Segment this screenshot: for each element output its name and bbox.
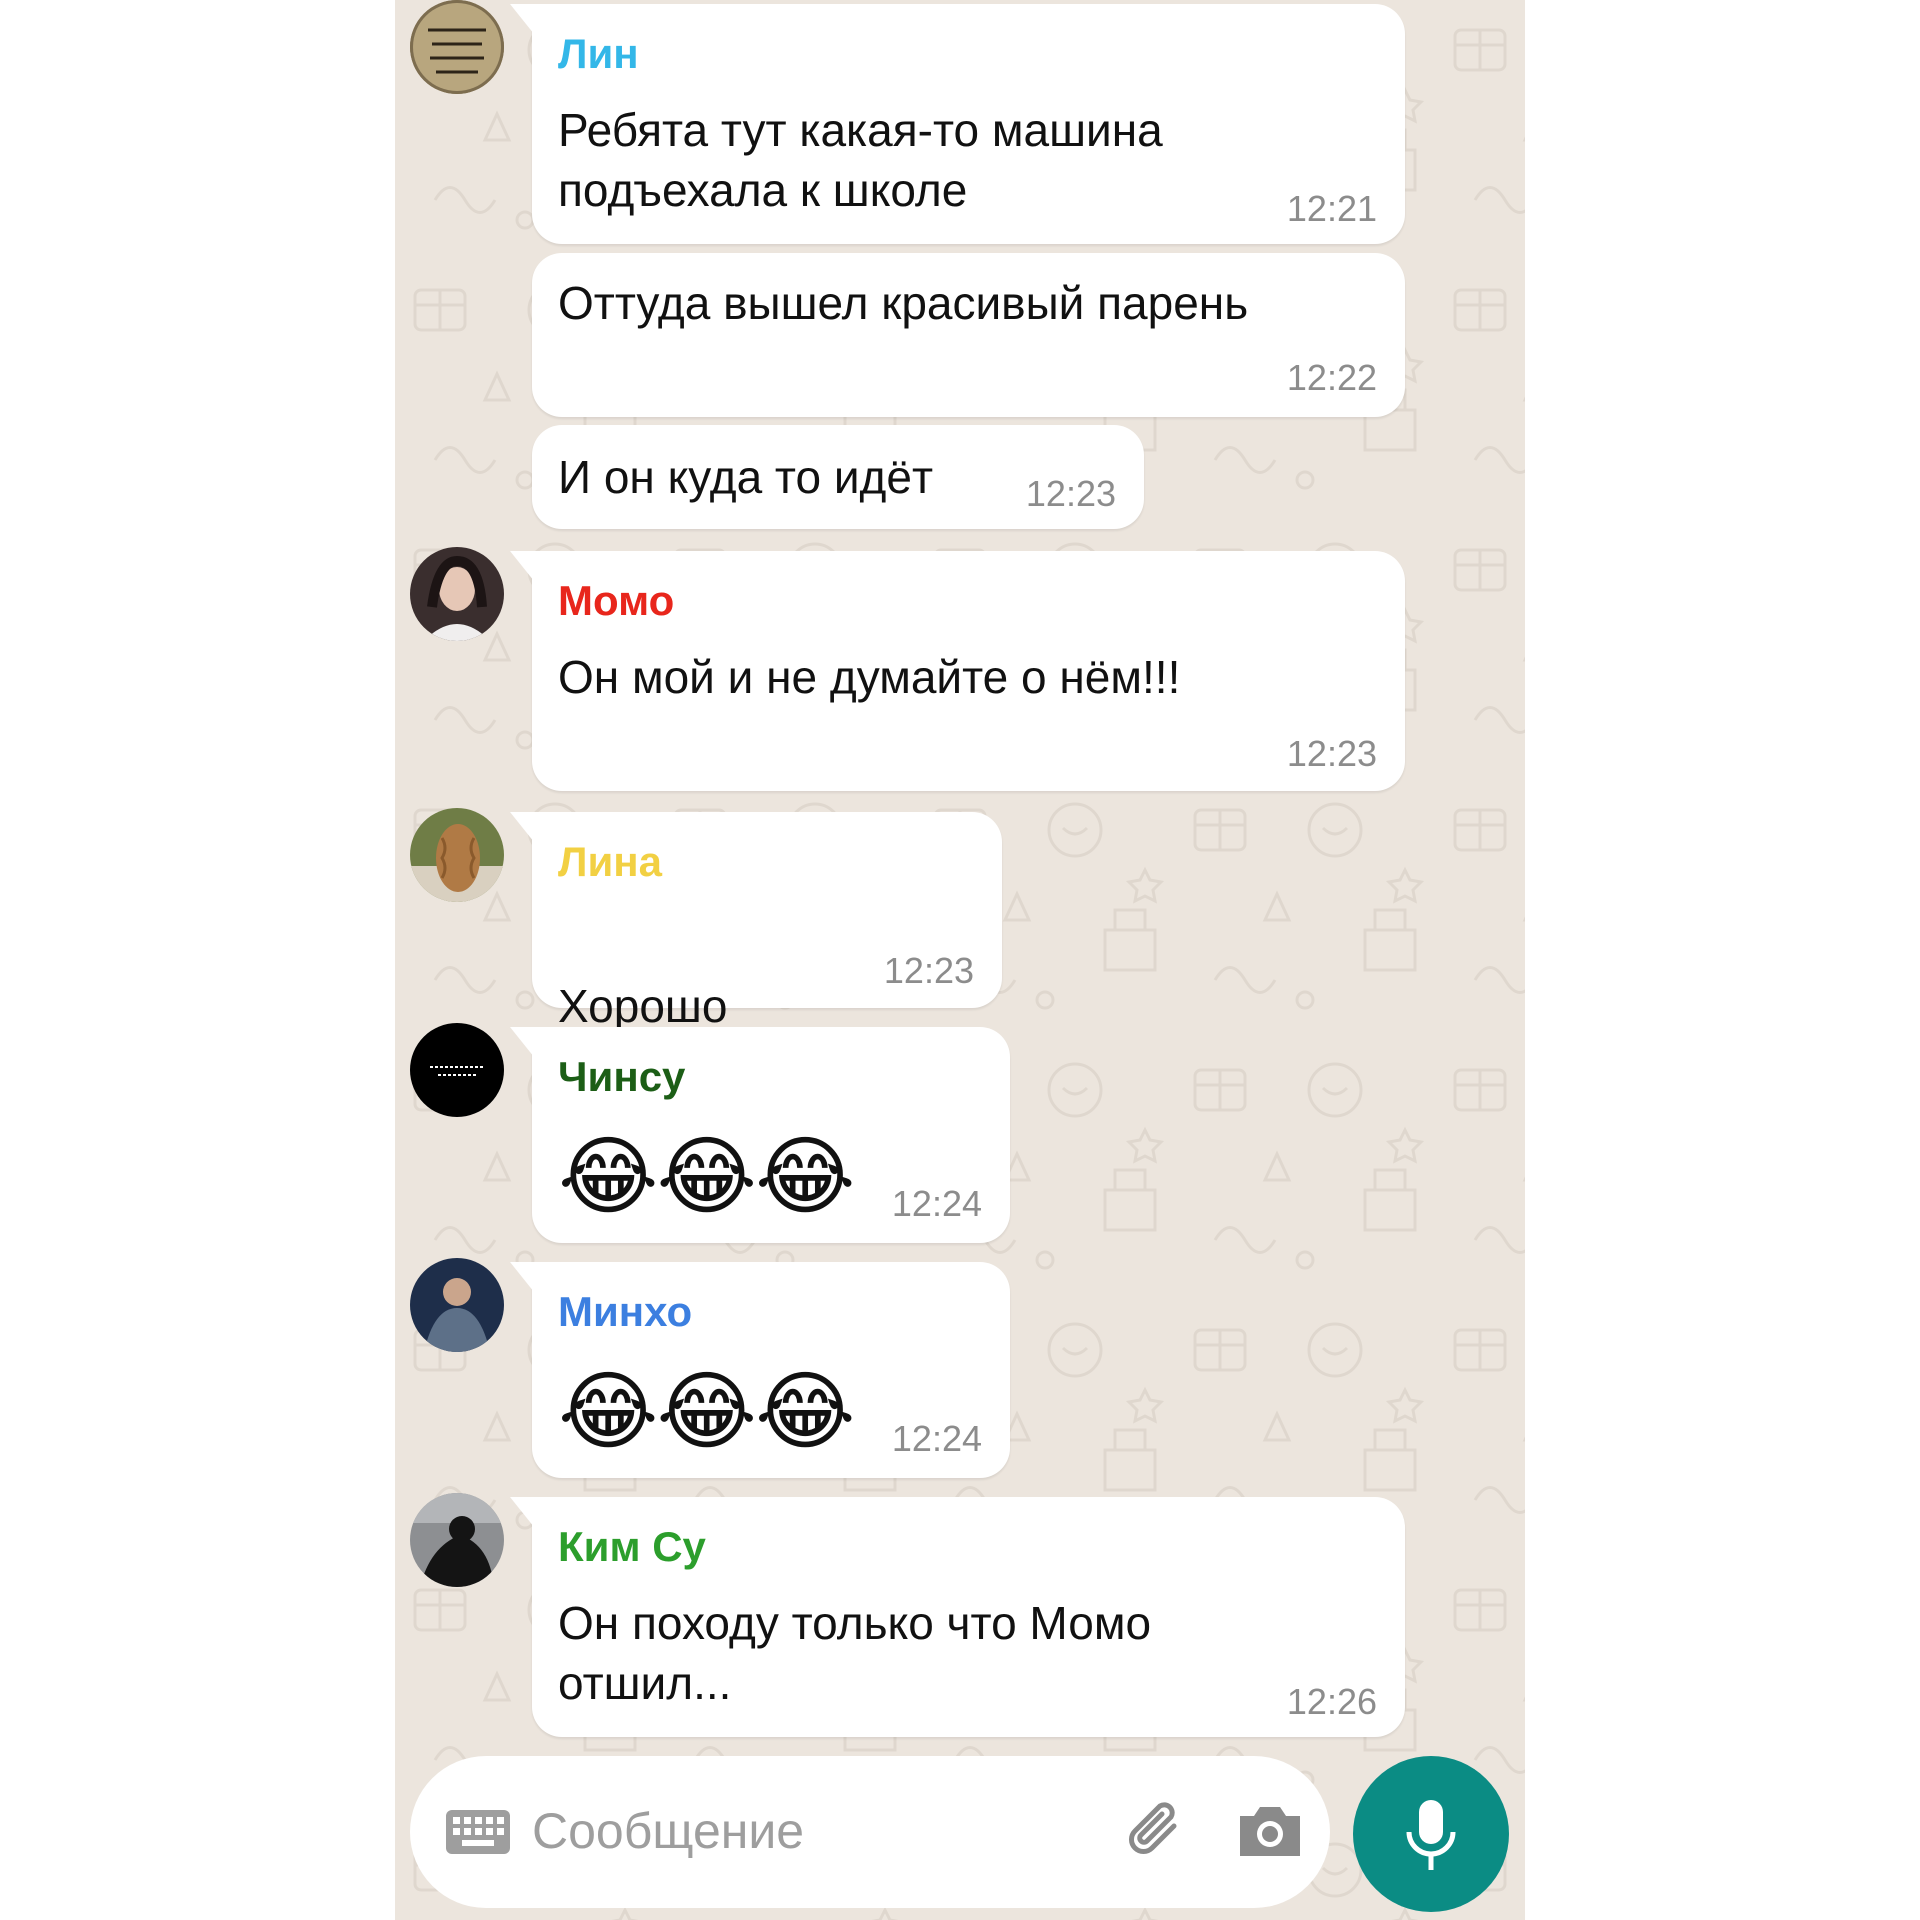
avatar-image [410,0,504,94]
message-time: 12:23 [1025,473,1116,514]
message-bubble[interactable]: Ким Су Он походу только что Момо отшил..… [510,1497,1405,1737]
message-text: Он походу только что Момо отшил... [558,1597,1152,1709]
message-bubble[interactable]: Минхо 😂😂😂 12:24 [510,1262,1010,1478]
bubble-tail [510,551,534,581]
chat-screen: Лин Ребята тут какая-то машина подъехала… [395,0,1525,1920]
bubble-tail [510,1027,534,1057]
avatar-chinsu[interactable] [410,1023,504,1117]
microphone-icon [1406,1800,1456,1870]
mic-button[interactable] [1353,1756,1509,1912]
message-text-part: Хорошо [558,980,728,1032]
message-time: 12:21 [1286,188,1377,229]
sender-name[interactable]: Ким Су [558,1523,706,1571]
message-text: И он куда то идёт [558,451,934,503]
avatar-image [410,1258,504,1352]
bubble-tail [510,1262,534,1292]
emoji-message: 😂😂😂 [558,1364,855,1460]
message-bubble[interactable]: Лина Хорошо 😂 12:23 [510,812,1002,1099]
message-time: 12:22 [1286,357,1377,398]
sender-name[interactable]: Минхо [558,1288,692,1336]
avatar-kimsu[interactable] [410,1493,504,1587]
avatar-lina[interactable] [410,808,504,902]
message-text: Ребята тут какая-то машина подъехала к ш… [558,104,1163,216]
message-bubble[interactable]: Момо Он мой и не думайте о нём!!! 12:23 [510,551,1405,791]
message-time: 12:24 [891,1183,982,1224]
message-time: 12:26 [1286,1681,1377,1722]
message-time: 12:23 [1286,733,1377,774]
sender-name[interactable]: Лина [558,838,662,886]
bubble-tail [510,4,534,34]
emoji-message: 😂😂😂 [558,1129,855,1225]
avatar-lin[interactable] [410,0,504,94]
message-input[interactable]: Сообщение [532,1802,804,1860]
avatar-image [410,547,504,641]
message-text: Оттуда вышел красивый парень [558,277,1249,329]
message-bubble[interactable]: Оттуда вышел красивый парень 12:22 [532,253,1405,417]
avatar-momo[interactable] [410,547,504,641]
sender-name[interactable]: Момо [558,577,674,625]
message-bubble[interactable]: И он куда то идёт 12:23 [532,425,1144,529]
camera-icon[interactable] [1234,1800,1306,1867]
message-text: Он мой и не думайте о нём!!! [558,651,1181,703]
message-time: 12:24 [891,1418,982,1459]
avatar-image [410,808,504,902]
sender-name[interactable]: Чинсу [558,1053,685,1101]
bubble-tail [510,812,534,842]
message-bubble[interactable]: Лин Ребята тут какая-то машина подъехала… [510,4,1405,244]
sender-name[interactable]: Лин [558,30,639,78]
avatar-minho[interactable] [410,1258,504,1352]
paperclip-icon[interactable] [1122,1796,1194,1873]
avatar-image [410,1493,504,1587]
avatar-image [410,1023,504,1117]
bubble-tail [510,1497,534,1527]
keyboard-icon[interactable] [444,1806,512,1863]
message-bubble[interactable]: Чинсу 😂😂😂 12:24 [510,1027,1010,1243]
message-time: 12:23 [883,950,974,991]
message-composer[interactable]: Сообщение [410,1756,1330,1908]
